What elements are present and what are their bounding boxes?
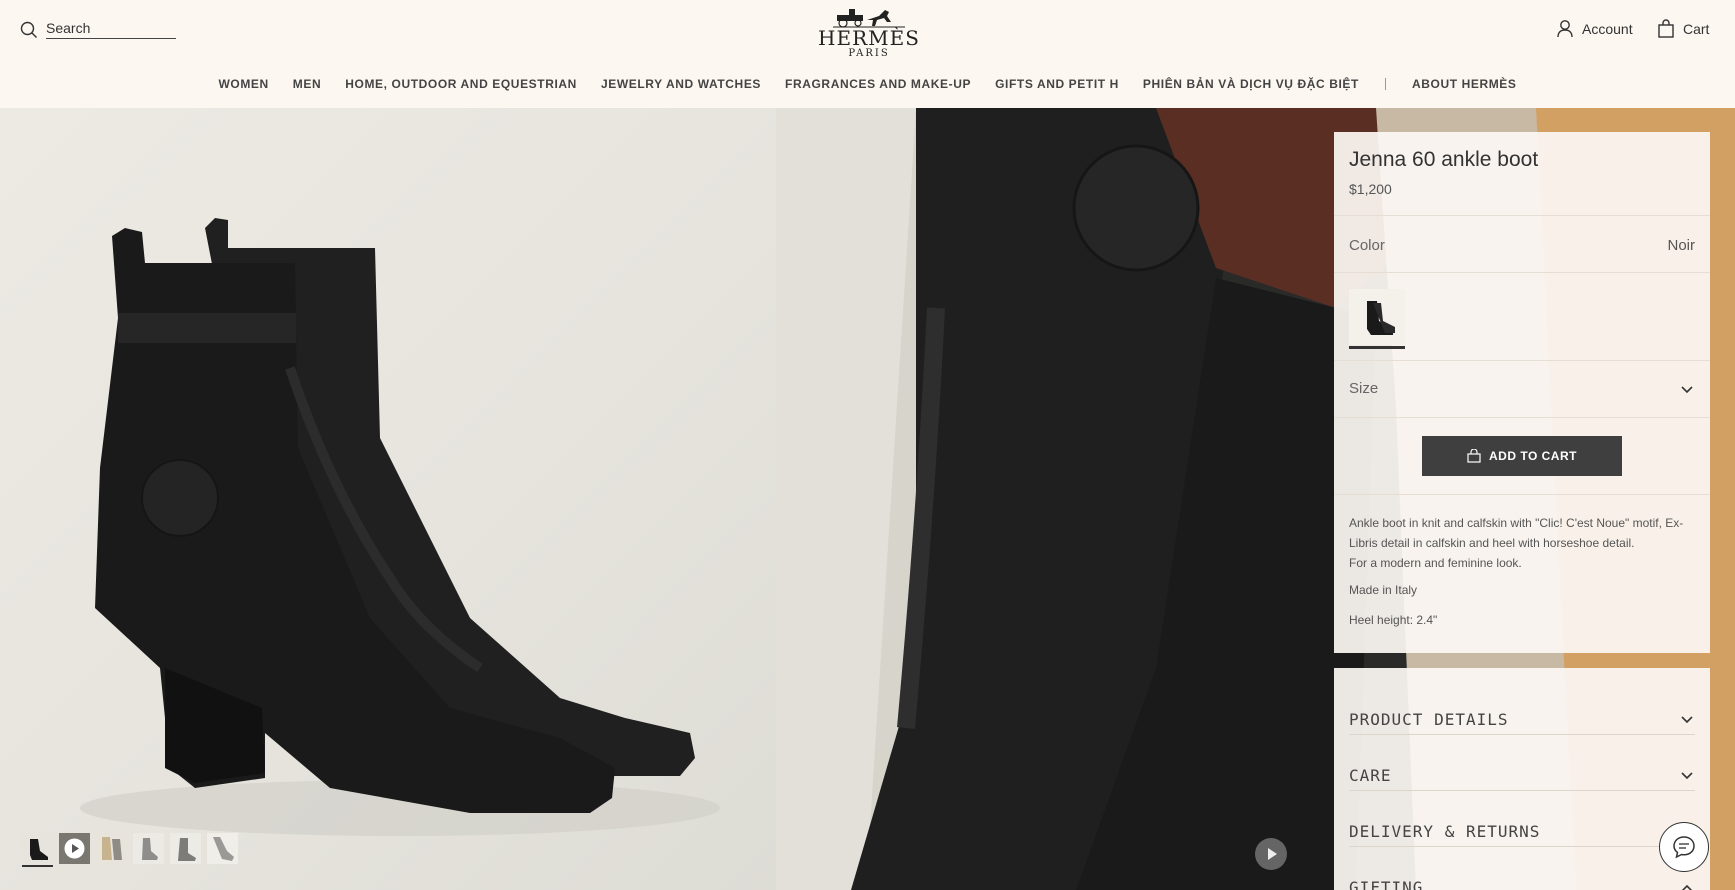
divider	[1334, 360, 1710, 361]
accordion-label: GIFTING	[1349, 878, 1424, 890]
accordion-delivery-returns[interactable]: DELIVERY & RETURNS	[1349, 816, 1695, 872]
thumbnail-3[interactable]	[96, 833, 127, 864]
size-selector[interactable]: Size	[1349, 380, 1378, 397]
divider	[1334, 494, 1710, 495]
search-input[interactable]: Search	[46, 20, 176, 39]
accordion-care[interactable]: CARE	[1349, 760, 1695, 816]
divider	[1334, 272, 1710, 273]
accordion-gifting[interactable]: GIFTING	[1349, 872, 1695, 890]
nav-item-fragrances[interactable]: FRAGRANCES AND MAKE-UP	[785, 77, 971, 91]
nav-item-men[interactable]: MEN	[293, 77, 321, 91]
chevron-down-icon	[1681, 772, 1693, 780]
account-link[interactable]: Account	[1556, 19, 1633, 38]
chevron-down-icon[interactable]	[1679, 382, 1695, 398]
product-title: Jenna 60 ankle boot	[1349, 148, 1539, 171]
play-icon	[59, 833, 90, 864]
search-icon[interactable]	[20, 21, 38, 39]
chevron-up-icon	[1681, 884, 1693, 890]
made-in: Made in Italy	[1349, 583, 1418, 597]
boot-pair-illustration	[80, 218, 720, 836]
main-nav: WOMEN MEN HOME, OUTDOOR AND EQUESTRIAN J…	[0, 77, 1735, 91]
thumbnail-4[interactable]	[133, 833, 164, 864]
divider	[1334, 215, 1710, 216]
carriage-logo-icon	[833, 9, 905, 28]
account-label: Account	[1582, 20, 1633, 37]
chat-icon	[1673, 836, 1695, 859]
description-text: Ankle boot in knit and calfskin with "Cl…	[1349, 516, 1684, 550]
cart-icon	[1658, 19, 1674, 38]
chevron-down-icon	[1681, 716, 1693, 724]
brand-name: HERMÈS	[818, 26, 920, 50]
thumbnail-6[interactable]	[207, 833, 238, 864]
thumbnail-1[interactable]	[22, 833, 53, 867]
divider	[1349, 734, 1695, 735]
add-to-cart-label: ADD TO CART	[1489, 449, 1577, 463]
nav-item-home[interactable]: HOME, OUTDOOR AND EQUESTRIAN	[345, 77, 577, 91]
product-panel: Jenna 60 ankle boot $1,200 Color Noir Si…	[1334, 132, 1710, 653]
account-icon	[1557, 20, 1573, 38]
cart-label: Cart	[1683, 20, 1710, 37]
nav-divider	[1384, 78, 1386, 90]
nav-item-gifts[interactable]: GIFTS AND PETIT H	[995, 77, 1119, 91]
nav-item-women[interactable]: WOMEN	[218, 77, 268, 91]
product-info-accordion: PRODUCT DETAILS CARE DELIVERY & RETURNS …	[1334, 668, 1710, 890]
product-price: $1,200	[1349, 181, 1392, 197]
search-bar[interactable]: Search	[20, 20, 176, 39]
swatch-selected-indicator	[1349, 346, 1405, 349]
nav-item-about[interactable]: ABOUT HERMÈS	[1412, 77, 1517, 91]
thumbnail-5[interactable]	[170, 833, 201, 864]
product-description: Ankle boot in knit and calfskin with "Cl…	[1349, 513, 1699, 573]
divider	[1334, 417, 1710, 418]
product-image-main[interactable]	[0, 108, 776, 890]
divider	[1349, 846, 1695, 847]
nav-item-special-editions[interactable]: PHIÊN BẢN VÀ DỊCH VỤ ĐẶC BIỆT	[1143, 77, 1359, 91]
cart-link[interactable]: Cart	[1657, 19, 1709, 38]
heel-height: Heel height: 2.4"	[1349, 613, 1438, 627]
color-label: Color	[1349, 237, 1385, 254]
color-value: Noir	[1667, 237, 1695, 254]
video-play-button[interactable]	[1255, 838, 1287, 870]
add-to-cart-button[interactable]: ADD TO CART	[1422, 436, 1622, 476]
nav-item-jewelry[interactable]: JEWELRY AND WATCHES	[601, 77, 761, 91]
thumbnail-strip	[22, 833, 244, 867]
divider	[1349, 790, 1695, 791]
brand-logo[interactable]: HERMÈS PARIS	[800, 6, 938, 59]
accordion-label: PRODUCT DETAILS	[1349, 710, 1509, 729]
bag-icon	[1467, 449, 1481, 463]
color-swatch-noir[interactable]	[1349, 289, 1405, 345]
chat-button[interactable]	[1659, 822, 1709, 872]
description-text-2: For a modern and feminine look.	[1349, 556, 1522, 570]
accordion-product-details[interactable]: PRODUCT DETAILS	[1349, 704, 1695, 760]
site-header: Search HERMÈS PARIS Account Cart WOMEN M…	[0, 0, 1735, 108]
accordion-label: CARE	[1349, 766, 1392, 785]
thumbnail-video[interactable]	[59, 833, 90, 864]
accordion-label: DELIVERY & RETURNS	[1349, 822, 1541, 841]
play-icon	[1268, 848, 1277, 860]
